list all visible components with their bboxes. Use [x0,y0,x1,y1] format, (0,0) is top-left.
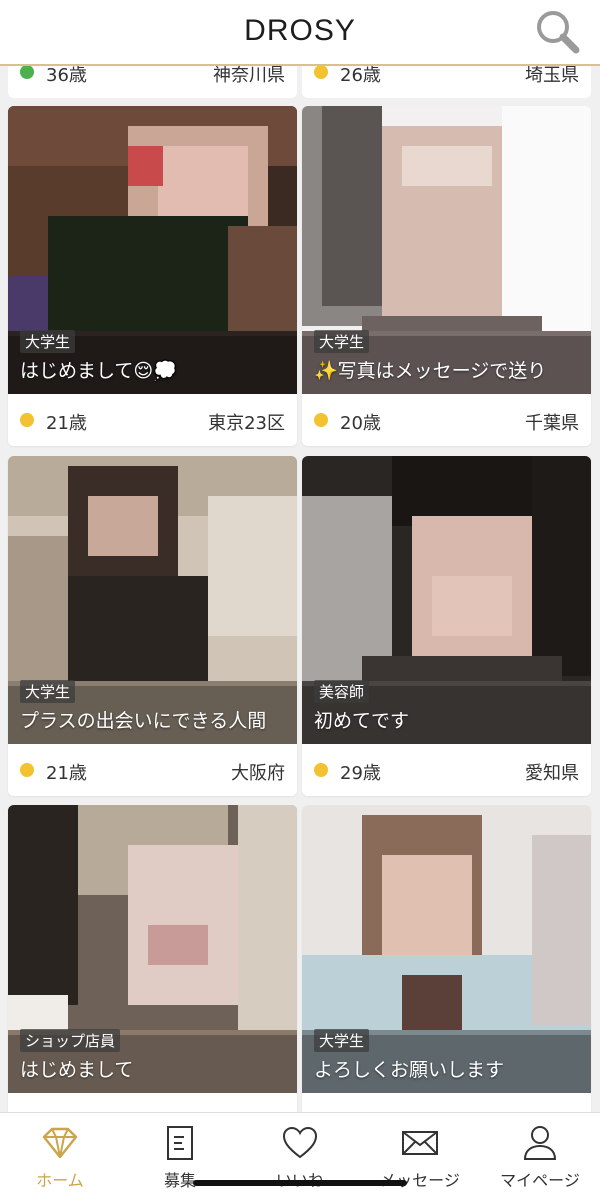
profile-age: 21歳 [46,763,87,784]
diamond-icon [42,1127,78,1159]
profile-tagline: 初めてです [314,710,410,732]
recent-status-dot [314,65,328,79]
profile-age: 21歳 [46,413,87,434]
home-indicator[interactable] [193,1180,407,1186]
tab-home[interactable]: ホーム [0,1113,120,1199]
tab-label: ホーム [36,1171,84,1190]
recent-status-dot [314,763,328,777]
occupation-badge: ショップ店員 [20,1029,121,1052]
profile-tagline: プラスの出会いにできる人間 [20,710,267,732]
document-icon [167,1126,193,1160]
profile-card[interactable]: ショップ店員 はじめまして [8,805,297,1112]
profile-info [302,1093,591,1112]
profile-feed[interactable]: 36歳 神奈川県 26歳 埼玉県 大学生 はじめまして😌💭 21歳 東京23区 … [0,0,600,1112]
occupation-badge: 大学生 [20,330,76,353]
profile-info: 20歳 千葉県 [302,394,591,446]
occupation-badge: 大学生 [20,680,76,703]
profile-prefecture: 東京23区 [208,413,285,434]
profile-card[interactable]: 大学生 よろしくお願いします [302,805,591,1112]
profile-age: 20歳 [340,413,381,434]
tab-likes[interactable]: いいね [240,1113,360,1199]
profile-tagline: はじめまして [20,1059,134,1081]
recent-status-dot [20,413,34,427]
tab-label: マイページ [500,1171,580,1190]
profile-info: 21歳 大阪府 [8,744,297,796]
tab-messages[interactable]: メッセージ [360,1113,480,1199]
app-header: DROSY [0,0,600,66]
tab-label: メッセージ [380,1171,460,1190]
heart-icon [282,1126,318,1159]
profile-card[interactable]: 大学生 プラスの出会いにできる人間 21歳 大阪府 [8,456,297,796]
profile-tagline: ✨写真はメッセージで送り [314,360,547,382]
profile-prefecture: 大阪府 [231,763,285,784]
profile-prefecture: 愛知県 [525,763,579,784]
profile-tagline: はじめまして😌💭 [20,360,177,382]
tab-label: 募集 [163,1171,196,1190]
profile-card[interactable]: 大学生 ✨写真はメッセージで送り 20歳 千葉県 [302,106,591,446]
profile-info: 29歳 愛知県 [302,744,591,796]
profile-card[interactable]: 大学生 はじめまして😌💭 21歳 東京23区 [8,106,297,446]
occupation-badge: 大学生 [314,1029,370,1052]
profile-age: 29歳 [340,763,381,784]
app-logo: DROSY [244,14,356,47]
tab-label: いいね [240,1167,360,1191]
tab-recruitment[interactable]: 募集 [120,1113,240,1199]
search-button[interactable] [532,8,582,58]
occupation-badge: 美容師 [314,680,370,703]
profile-tagline: よろしくお願いします [314,1059,505,1081]
profile-info: 21歳 東京23区 [8,394,297,446]
profile-info [8,1093,297,1112]
tab-mypage[interactable]: マイページ [480,1113,600,1199]
profile-prefecture: 千葉県 [525,413,579,434]
online-status-dot [20,65,34,79]
occupation-badge: 大学生 [314,330,370,353]
recent-status-dot [314,413,328,427]
envelope-icon [402,1131,438,1155]
profile-card[interactable]: 美容師 初めてです 29歳 愛知県 [302,456,591,796]
person-icon [523,1126,557,1160]
recent-status-dot [20,763,34,777]
search-icon [537,11,580,54]
